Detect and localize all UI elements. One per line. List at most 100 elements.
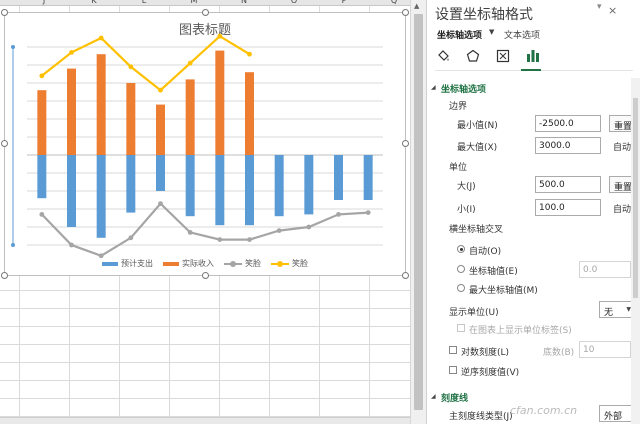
plot-area[interactable]	[5, 13, 405, 275]
line-point[interactable]	[187, 60, 193, 66]
chart-resize-handle-tl[interactable]	[1, 9, 8, 16]
line-point[interactable]	[69, 50, 74, 55]
reverse-order-checkbox[interactable]	[449, 366, 457, 374]
major-tick-type-select[interactable]: 外部	[599, 405, 635, 422]
legend-item[interactable]: 笑脸	[271, 258, 308, 269]
tab-axis-options[interactable]: 坐标轴选项	[437, 28, 482, 41]
bar-chart-icon[interactable]	[525, 48, 541, 64]
line-point[interactable]	[39, 212, 45, 217]
bar-actual[interactable]	[37, 90, 47, 155]
pane-scrollbar[interactable]	[631, 78, 640, 424]
bar-actual[interactable]	[96, 54, 106, 156]
column-header-q[interactable]: Q	[385, 0, 403, 6]
maximum-input[interactable]: 3000.0	[535, 137, 601, 154]
chart-resize-handle-br[interactable]	[402, 272, 409, 279]
radio-auto-label[interactable]: 自动(O)	[469, 244, 501, 257]
log-base-input[interactable]: 10	[579, 341, 631, 358]
legend-item[interactable]: 预计支出	[102, 258, 153, 269]
log-scale-checkbox[interactable]	[449, 346, 457, 354]
bar-budget[interactable]	[37, 155, 47, 199]
bar-actual[interactable]	[245, 72, 254, 155]
column-header-p[interactable]: P	[335, 0, 353, 6]
bar-budget[interactable]	[185, 155, 195, 217]
radio-axis-value-label[interactable]: 坐标轴值(E)	[469, 264, 518, 277]
column-header-o[interactable]: O	[285, 0, 303, 6]
pane-options-caret-icon[interactable]: ▾	[597, 2, 602, 12]
line-point[interactable]	[217, 237, 223, 243]
line-point[interactable]	[39, 73, 45, 79]
radio-axis-value[interactable]	[457, 265, 465, 273]
show-units-label-checkbox[interactable]	[457, 324, 465, 332]
column-header-n[interactable]: N	[235, 0, 253, 6]
column-header-m[interactable]: M	[185, 0, 203, 6]
chart-resize-handle-b[interactable]	[202, 272, 209, 279]
column-header-j[interactable]: J	[35, 0, 53, 6]
maximum-auto-link[interactable]: 自动	[613, 140, 631, 153]
chart-resize-handle-tr[interactable]	[402, 9, 409, 16]
bar-budget[interactable]	[215, 155, 225, 226]
vertical-scrollbar[interactable]: ▲	[410, 0, 426, 424]
line-point[interactable]	[247, 51, 252, 57]
legend-item[interactable]: 笑脸	[224, 258, 261, 269]
bar-budget[interactable]	[274, 155, 284, 217]
tab-text-options[interactable]: 文本选项	[504, 28, 540, 41]
bar-budget[interactable]	[363, 155, 373, 200]
bar-budget[interactable]	[96, 155, 106, 238]
pentagon-icon[interactable]	[465, 48, 481, 64]
minor-unit-input[interactable]: 100.0	[535, 199, 601, 216]
chart-resize-handle-t[interactable]	[202, 9, 209, 16]
bar-actual[interactable]	[67, 68, 76, 155]
vertical-scroll-thumb[interactable]	[414, 14, 423, 410]
bar-budget[interactable]	[156, 155, 165, 191]
section-collapse-triangle-icon[interactable]: ◢	[431, 84, 436, 91]
bar-actual[interactable]	[126, 83, 136, 155]
line-point[interactable]	[128, 64, 134, 70]
minimum-input[interactable]: -2500.0	[535, 115, 601, 132]
chart-resize-handle-r[interactable]	[402, 140, 409, 147]
line-point[interactable]	[247, 237, 252, 243]
tick-section-collapse-triangle-icon[interactable]: ◢	[431, 393, 436, 400]
pane-scroll-thumb[interactable]	[633, 98, 638, 298]
bar-budget[interactable]	[67, 155, 76, 227]
line-point[interactable]	[158, 87, 163, 93]
bar-actual[interactable]	[185, 79, 195, 155]
line-point[interactable]	[365, 210, 371, 216]
chart-legend[interactable]: 预计支出 实际收入 笑脸 笑脸	[5, 258, 405, 269]
minor-unit-auto-link[interactable]: 自动	[613, 202, 631, 215]
bar-budget[interactable]	[334, 155, 343, 200]
axis-selection-handle[interactable]	[11, 243, 15, 247]
radio-auto[interactable]	[457, 245, 465, 253]
paint-bucket-icon[interactable]	[435, 48, 451, 64]
chart-object[interactable]: 图表标题 预计支出 实际收入 笑脸 笑脸	[4, 12, 406, 276]
display-units-select[interactable]: 无 ▼	[599, 301, 635, 318]
line-point[interactable]	[69, 242, 74, 248]
axis-selection-handle[interactable]	[11, 45, 15, 49]
size-properties-icon[interactable]	[495, 48, 511, 64]
bar-actual[interactable]	[215, 50, 225, 155]
bar-budget[interactable]	[304, 155, 314, 215]
line-point[interactable]	[98, 35, 104, 41]
bar-budget[interactable]	[245, 155, 254, 226]
scroll-up-arrow-icon[interactable]: ▲	[414, 2, 419, 10]
column-header-k[interactable]: K	[85, 0, 103, 6]
close-icon[interactable]: ×	[608, 4, 617, 17]
legend-item[interactable]: 实际收入	[163, 258, 214, 269]
series-line-1[interactable]	[41, 202, 369, 258]
worksheet-grid[interactable]: J K L M N O P Q 图表标题 预计支出 实际收入 笑脸 笑脸	[0, 0, 410, 424]
bar-budget[interactable]	[126, 155, 136, 213]
chart-resize-handle-l[interactable]	[1, 140, 8, 147]
axis-value-input[interactable]: 0.0	[579, 261, 631, 278]
line-point[interactable]	[128, 235, 134, 241]
radio-max-axis-value[interactable]	[457, 284, 465, 292]
section-axis-options[interactable]: 坐标轴选项	[441, 82, 486, 95]
major-unit-input[interactable]: 500.0	[535, 176, 601, 193]
line-point[interactable]	[187, 230, 193, 235]
line-point[interactable]	[276, 228, 282, 234]
line-point[interactable]	[306, 224, 312, 230]
chart-resize-handle-bl[interactable]	[1, 272, 8, 279]
bar-actual[interactable]	[156, 104, 165, 155]
line-point[interactable]	[217, 33, 223, 39]
line-point[interactable]	[336, 212, 341, 217]
tab-axis-options-caret-icon[interactable]: ▼	[489, 28, 494, 36]
column-header-l[interactable]: L	[135, 0, 153, 6]
